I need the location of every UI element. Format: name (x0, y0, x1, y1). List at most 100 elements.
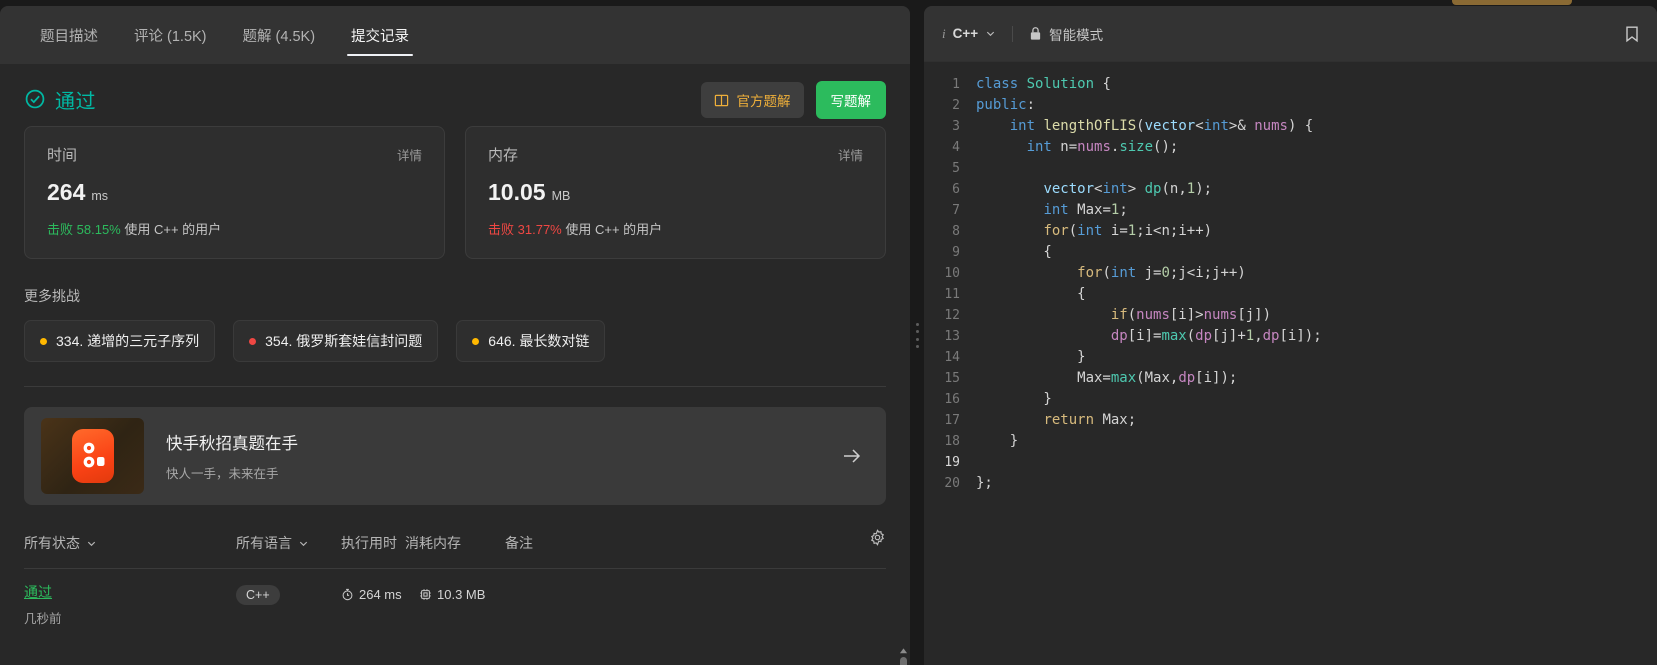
difficulty-dot-icon (472, 337, 480, 345)
chevron-down-icon (87, 541, 96, 546)
runtime-unit: ms (91, 189, 109, 203)
line-number: 5 (952, 161, 960, 176)
challenge-chip[interactable]: 646. 最长数对链 (456, 320, 606, 362)
problem-panel: 题目描述 评论 (1.5K) 题解 (4.5K) 提交记录 通过 官方题解 写题… (0, 6, 910, 665)
editor-toolbar: i C++ 智能模式 (924, 6, 1657, 62)
kuaishou-glyph-icon (83, 442, 104, 468)
code-line: 9 { (924, 242, 1657, 263)
code-text: } (976, 349, 1086, 365)
runtime-detail-link[interactable]: 详情 (397, 145, 422, 164)
code-text: class Solution { (976, 76, 1111, 92)
line-number: 20 (944, 476, 960, 491)
stat-cards: 时间 详情 264 ms 击败 58.15% 使用 C++ 的用户 内存 详情 … (0, 110, 910, 259)
runtime-beat-text: 击败 58.15% 使用 C++ 的用户 (47, 219, 422, 238)
book-icon (714, 94, 728, 106)
filter-status-label: 所有状态 (24, 535, 80, 551)
toolbar-divider (1012, 25, 1014, 42)
filter-language[interactable]: 所有语言 (236, 533, 341, 553)
tab-description[interactable]: 题目描述 (22, 6, 116, 64)
challenge-chip[interactable]: 334. 递增的三元子序列 (24, 320, 216, 362)
official-solution-button[interactable]: 官方题解 (700, 82, 804, 118)
panel-splitter[interactable] (910, 6, 924, 665)
code-line: 10 for(int j=0;j<i;j++) (924, 263, 1657, 284)
top-promo-strip[interactable] (1452, 0, 1572, 5)
filter-status[interactable]: 所有状态 (24, 533, 236, 553)
row-runtime-value: 264 ms (359, 587, 402, 602)
row-language-cell: C++ (236, 582, 341, 605)
promo-banner[interactable]: 快手秋招真题在手 快人一手，未来在手 (24, 407, 886, 505)
banner-text: 快手秋招真题在手 快人一手，未来在手 (166, 430, 298, 482)
code-text: vector<int> dp(n,1); (1043, 181, 1213, 197)
result-header: 通过 官方题解 写题解 (0, 64, 910, 119)
card-header: 内存 详情 (488, 144, 863, 165)
tab-bar: 题目描述 评论 (1.5K) 题解 (4.5K) 提交记录 (0, 6, 910, 64)
line-number: 7 (952, 203, 960, 218)
line-number: 6 (952, 182, 960, 197)
leetcode-submission-page: 题目描述 评论 (1.5K) 题解 (4.5K) 提交记录 通过 官方题解 写题… (0, 0, 1657, 665)
check-circle-icon (25, 89, 45, 109)
code-text: } (976, 391, 1052, 407)
arrow-right-icon[interactable] (840, 444, 864, 468)
code-line: 8 for(int i=1;i<n;i++) (924, 221, 1657, 242)
tab-solutions[interactable]: 题解 (4.5K) (225, 6, 334, 64)
challenge-chip[interactable]: 354. 俄罗斯套娃信封问题 (233, 320, 439, 362)
code-line: 14 } (924, 347, 1657, 368)
memory-chip-icon (420, 589, 431, 600)
line-number: 13 (944, 329, 960, 344)
code-text: { (976, 286, 1086, 302)
tab-comments[interactable]: 评论 (1.5K) (116, 6, 225, 64)
memory-beat-percent: 31.77% (517, 222, 562, 237)
code-text: int Max=1; (1043, 202, 1128, 218)
column-runtime: 执行用时 (341, 533, 405, 553)
code-text: for(int i=1;i<n;i++) (1043, 223, 1213, 239)
bookmark-icon[interactable] (1624, 25, 1640, 43)
runtime-card: 时间 详情 264 ms 击败 58.15% 使用 C++ 的用户 (24, 126, 445, 259)
write-solution-button[interactable]: 写题解 (815, 81, 886, 119)
gear-icon[interactable] (869, 529, 886, 546)
row-timestamp: 几秒前 (24, 612, 62, 626)
memory-beat-suffix: 使用 C++ 的用户 (565, 222, 663, 237)
tab-label: 提交记录 (351, 28, 410, 45)
more-challenges-list: 334. 递增的三元子序列 354. 俄罗斯套娃信封问题 646. 最长数对链 (0, 306, 910, 362)
row-status-link[interactable]: 通过 (24, 582, 236, 602)
runtime-beat-label: 击败 (47, 222, 74, 237)
line-number: 17 (944, 413, 960, 428)
stopwatch-icon (342, 588, 353, 601)
scroll-up-arrow-icon[interactable] (899, 647, 908, 656)
runtime-card-title: 时间 (47, 147, 78, 164)
line-number: 18 (944, 434, 960, 449)
code-editor[interactable]: 1 class Solution {2 public: 3 int lengthOfL… (924, 62, 1657, 665)
status-badge: 通过 (24, 85, 96, 114)
line-number: 12 (944, 308, 960, 323)
row-status-cell: 通过 几秒前 (24, 582, 236, 627)
challenge-label: 646. 最长数对链 (488, 333, 590, 349)
code-line: 3 int lengthOfLIS(vector<int>& nums) { (924, 116, 1657, 137)
code-text: int lengthOfLIS(vector<int>& nums) { (1009, 118, 1314, 134)
column-note-label: 备注 (505, 535, 533, 551)
tab-submissions[interactable]: 提交记录 (333, 6, 427, 64)
memory-detail-link[interactable]: 详情 (838, 145, 863, 164)
left-panel-scrollbar[interactable] (900, 657, 907, 665)
runtime-value-row: 264 ms (47, 179, 422, 206)
runtime-value: 264 (47, 179, 86, 205)
smart-mode-toggle[interactable]: 智能模式 (1029, 24, 1103, 44)
code-line: 17 return Max; (924, 410, 1657, 431)
code-line: 16 } (924, 389, 1657, 410)
code-panel: i C++ 智能模式 1 class Solution {2 public: 3 in… (924, 6, 1657, 665)
filter-language-label: 所有语言 (236, 535, 292, 551)
runtime-beat-suffix: 使用 C++ 的用户 (124, 222, 222, 237)
line-number: 1 (952, 77, 960, 92)
difficulty-dot-icon (40, 337, 47, 345)
language-label: C++ (952, 26, 979, 41)
code-line: 19 (924, 452, 1657, 473)
code-text: { (976, 244, 1052, 260)
tab-label: 评论 (1.5K) (134, 28, 207, 45)
challenge-label: 354. 俄罗斯套娃信封问题 (265, 333, 423, 349)
official-solution-label: 官方题解 (736, 94, 791, 109)
banner-logo (41, 418, 144, 494)
code-text: for(int j=0;j<i;j++) (1077, 265, 1246, 281)
table-row[interactable]: 通过 几秒前 C++ 264 ms 10.3 MB (0, 569, 910, 627)
line-number: 11 (944, 287, 960, 302)
language-selector[interactable]: i C++ (942, 26, 996, 42)
code-text: }; (976, 475, 993, 491)
